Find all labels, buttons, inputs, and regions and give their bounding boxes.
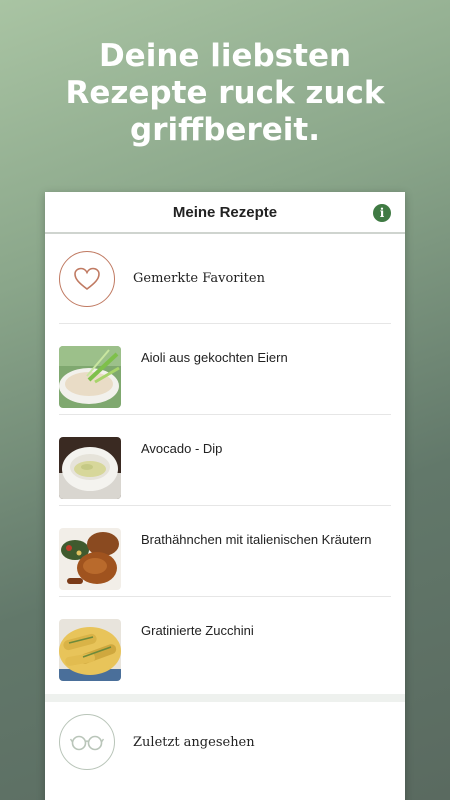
info-icon[interactable]: i (373, 204, 391, 222)
recipe-title: Aioli aus gekochten Eiern (141, 350, 288, 365)
headline-line-1: Deine liebsten (98, 38, 352, 74)
favorites-label: Gemerkte Favoriten (133, 271, 265, 286)
recipe-thumbnail-aioli (59, 346, 121, 408)
recipes-card: Meine Rezepte i Gemerkte Favoriten Aioli… (45, 192, 405, 800)
recipe-item-zucchini[interactable]: Gratinierte Zucchini (59, 597, 391, 688)
recent-circle (59, 714, 115, 770)
app-header: Meine Rezepte i (45, 192, 405, 234)
headline-line-2: Rezepte ruck zuck (65, 75, 385, 111)
headline-line-3: griffbereit. (130, 112, 320, 148)
info-glyph: i (379, 206, 385, 220)
recipe-title: Avocado - Dip (141, 441, 223, 456)
recipe-thumbnail-brathaehnchen (59, 528, 121, 590)
favorites-item[interactable]: Gemerkte Favoriten (59, 234, 391, 324)
section-divider (45, 694, 405, 702)
avocado-image (59, 437, 121, 499)
chicken-image (59, 528, 121, 590)
glasses-icon (70, 735, 104, 751)
recipe-item-aioli[interactable]: Aioli aus gekochten Eiern (59, 324, 391, 415)
recently-viewed-item[interactable]: Zuletzt angesehen (59, 702, 391, 782)
recipe-title: Gratinierte Zucchini (141, 623, 254, 638)
headline: Deine liebsten Rezepte ruck zuck griffbe… (0, 38, 450, 149)
page-title: Meine Rezepte (172, 203, 278, 221)
recipe-thumbnail-zucchini (59, 619, 121, 681)
recipe-item-avocado[interactable]: Avocado - Dip (59, 415, 391, 506)
aioli-image (59, 346, 121, 408)
recipe-item-brathaehnchen[interactable]: Brathähnchen mit italienischen Kräutern (59, 506, 391, 597)
recently-viewed-label: Zuletzt angesehen (133, 734, 255, 750)
recipe-thumbnail-avocado (59, 437, 121, 499)
heart-icon (74, 267, 100, 290)
zucchini-image (59, 619, 121, 681)
favorites-circle (59, 250, 115, 307)
recipe-title: Brathähnchen mit italienischen Kräutern (141, 532, 372, 547)
